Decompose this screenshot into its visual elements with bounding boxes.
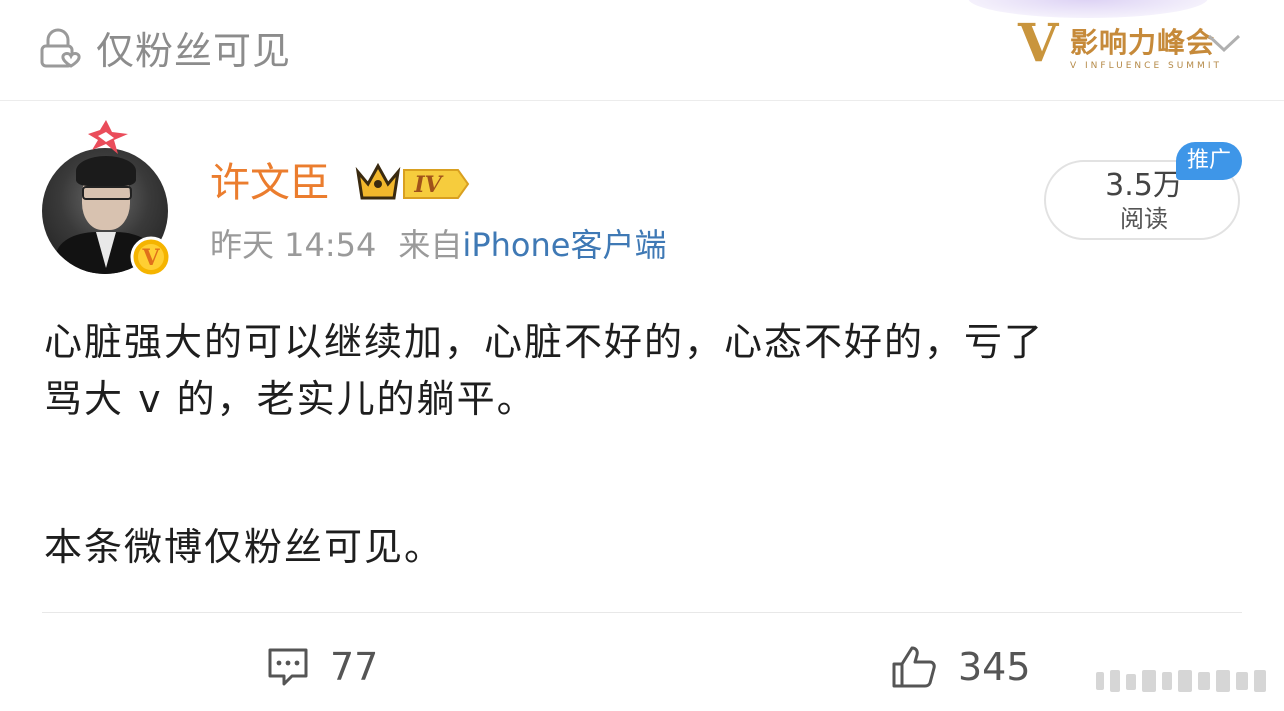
verified-v-icon: V: [130, 236, 172, 278]
comment-icon: [268, 648, 308, 686]
verified-letter: V: [141, 245, 160, 271]
summit-title: 影响力峰会: [1070, 26, 1216, 59]
post-visibility-note: 本条微博仅粉丝可见。: [44, 525, 445, 569]
avatar-sparkle-icon: [88, 120, 128, 154]
comment-count: 77: [330, 645, 379, 689]
like-count: 345: [958, 645, 1031, 689]
like-button[interactable]: 345: [890, 640, 1050, 696]
post-time: 昨天 14:54: [210, 226, 377, 264]
level-badge: IV: [413, 172, 443, 198]
lock-heart-icon: [40, 28, 81, 68]
chevron-down-icon[interactable]: [1206, 30, 1242, 56]
crown-icon: IV: [355, 162, 470, 200]
avatar-hair: [76, 156, 136, 186]
comment-button[interactable]: 77: [266, 640, 396, 696]
post-body: 心脏强大的可以继续加，心脏不好的，心态不好的，亏了 骂大 v 的，老实儿的躺平。: [44, 314, 1254, 428]
summit-subtitle: V INFLUENCE SUMMIT: [1070, 61, 1222, 71]
summit-banner[interactable]: V 影响力峰会 V INFLUENCE SUMMIT: [1014, 14, 1224, 80]
promote-badge[interactable]: 推广: [1176, 142, 1242, 180]
read-label: 阅读: [1120, 205, 1168, 233]
visibility-label: 仅粉丝可见: [96, 29, 292, 73]
source-prefix: 来自: [398, 226, 463, 264]
post-meta: 昨天 14:54 来自iPhone客户端: [210, 224, 666, 266]
avatar-glasses: [82, 186, 132, 200]
source-device-link[interactable]: iPhone客户端: [462, 226, 666, 264]
top-bar: 仅粉丝可见 V 影响力峰会 V INFLUENCE SUMMIT: [0, 0, 1284, 101]
post-line-1: 心脏强大的可以继续加，心脏不好的，心态不好的，亏了: [44, 320, 1045, 364]
summit-logo-v: V: [1018, 13, 1059, 74]
post-line-2: 骂大 v 的，老实儿的躺平。: [44, 377, 537, 421]
watermark-lines: [1096, 670, 1266, 692]
divider: [42, 612, 1242, 613]
username[interactable]: 许文臣: [210, 158, 330, 208]
thumbs-up-icon: [892, 646, 936, 688]
